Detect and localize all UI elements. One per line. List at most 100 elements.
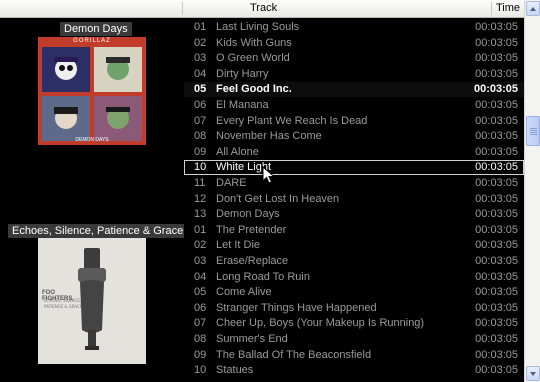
header-divider [182,2,183,15]
track-row[interactable]: 07 Cheer Up, Boys (Your Makeup Is Running… [184,316,524,331]
track-time: 00:03:05 [473,83,518,96]
track-title: O Green World [216,52,290,65]
track-row[interactable]: 10 White Light 00:03:05 [184,160,524,176]
track-row[interactable]: 01 Last Living Souls 00:03:05 [184,20,524,35]
track-time: 00:03:05 [475,161,518,174]
album-art-pane: Demon Days GORILLAZ DEMON DAYS Echoes, S… [0,18,188,382]
track-row[interactable]: 04 Long Road To Ruin 00:03:05 [184,270,524,285]
svg-text:PATIENCE & GRACE: PATIENCE & GRACE [44,304,83,309]
track-number: 06 [194,99,207,111]
track-time: 00:03:05 [475,317,518,330]
playlist-window: Track Time Demon Days GORILLAZ DEMON DAY… [0,0,540,382]
track-title: Summer's End [216,333,288,345]
track-column-header[interactable]: Track [250,0,277,17]
track-number: 09 [194,145,207,158]
track-row[interactable]: 10 Statues 00:03:05 [184,363,524,378]
track-time: 00:03:05 [475,67,518,80]
track-time: 00:03:05 [475,270,518,283]
vertical-scrollbar[interactable] [524,0,540,382]
track-number: 01 [194,21,207,33]
track-number: 05 [194,83,207,96]
track-time: 00:03:05 [475,52,518,65]
track-number: 01 [194,223,207,236]
track-row[interactable]: 12 Don't Get Lost In Heaven 00:03:05 [184,192,524,207]
track-row[interactable]: 01 The Pretender 00:03:05 [184,223,524,238]
track-time: 00:03:05 [475,130,518,143]
track-title: Don't Get Lost In Heaven [216,192,340,205]
track-title: Kids With Guns [216,36,292,49]
header-divider [491,2,492,15]
track-row[interactable]: 02 Kids With Guns 00:03:05 [184,36,524,51]
track-number: 08 [194,333,207,345]
track-row[interactable]: 02 Let It Die 00:03:05 [184,238,524,253]
scroll-up-button[interactable] [526,1,540,16]
track-row[interactable]: 11 DARE 00:03:05 [184,176,524,191]
track-title: Demon Days [216,208,280,221]
track-title: All Alone [216,145,259,158]
track-row[interactable]: 06 El Manana 00:03:05 [184,98,524,113]
track-row[interactable]: 07 Every Plant We Reach Is Dead 00:03:05 [184,114,524,129]
track-row[interactable]: 03 Erase/Replace 00:03:05 [184,254,524,269]
track-time: 00:03:05 [475,208,518,221]
scroll-down-button[interactable] [526,366,540,381]
track-time: 00:03:05 [475,255,518,267]
track-number: 03 [194,52,207,65]
mouse-pointer-icon [262,166,276,184]
album-title: Echoes, Silence, Patience & Grace [8,224,188,238]
track-title: Come Alive [216,286,272,299]
track-title: Erase/Replace [216,255,289,267]
track-number: 09 [194,348,207,361]
track-number: 04 [194,270,207,283]
track-time: 00:03:05 [475,177,518,189]
track-title: Cheer Up, Boys (Your Makeup Is Running) [216,317,425,330]
track-title: Stranger Things Have Happened [216,301,377,314]
track-number: 10 [194,364,207,377]
chevron-down-icon [530,372,536,376]
track-row[interactable]: 09 All Alone 00:03:05 [184,145,524,160]
track-row[interactable]: 08 Summer's End 00:03:05 [184,332,524,347]
track-title: The Pretender [216,223,287,236]
track-row[interactable]: 09 The Ballad Of The Beaconsfield 00:03:05 [184,348,524,363]
track-number: 02 [194,36,207,49]
track-number: 03 [194,255,207,267]
track-number: 12 [194,192,207,205]
track-number: 07 [194,114,207,127]
track-number: 13 [194,208,207,221]
track-title: Let It Die [216,239,261,252]
track-time: 00:03:05 [475,348,518,361]
track-number: 05 [194,286,207,299]
track-number: 02 [194,239,207,252]
track-time: 00:03:05 [475,114,518,127]
track-time: 00:03:05 [475,364,518,377]
time-column-header[interactable]: Time [496,0,520,17]
track-title: Long Road To Ruin [216,270,310,283]
track-title: The Ballad Of The Beaconsfield [216,348,372,361]
track-number: 04 [194,67,207,80]
album-title: Demon Days [60,22,132,36]
column-header: Track Time [0,0,524,18]
track-row[interactable]: 05 Come Alive 00:03:05 [184,285,524,300]
track-time: 00:03:05 [475,333,518,345]
track-title: Last Living Souls [216,21,300,33]
track-row[interactable]: 08 November Has Come 00:03:05 [184,129,524,144]
track-number: 11 [194,177,206,189]
track-time: 00:03:05 [475,99,518,111]
album-cover-demon-days[interactable]: GORILLAZ DEMON DAYS [38,37,146,145]
track-row[interactable]: 04 Dirty Harry 00:03:05 [184,67,524,82]
track-row[interactable]: 06 Stranger Things Have Happened 00:03:05 [184,301,524,316]
track-row[interactable]: 03 O Green World 00:03:05 [184,51,524,66]
track-title: November Has Come [216,130,322,143]
track-time: 00:03:05 [475,21,518,33]
track-title: El Manana [216,99,269,111]
track-title: Every Plant We Reach Is Dead [216,114,368,127]
album-cover-echoes[interactable]: ECHOES, SILENCE, PATIENCE & GRACE FOO FI… [38,238,146,364]
track-row[interactable]: 05 Feel Good Inc. 00:03:05 [184,82,524,98]
track-row[interactable]: 13 Demon Days 00:03:05 [184,207,524,222]
cover-album-label: DEMON DAYS [75,137,109,143]
track-number: 10 [194,161,207,174]
track-time: 00:03:05 [475,223,518,236]
track-time: 00:03:05 [475,301,518,314]
track-number: 07 [194,317,207,330]
scroll-thumb[interactable] [526,116,540,146]
track-time: 00:03:05 [475,192,518,205]
